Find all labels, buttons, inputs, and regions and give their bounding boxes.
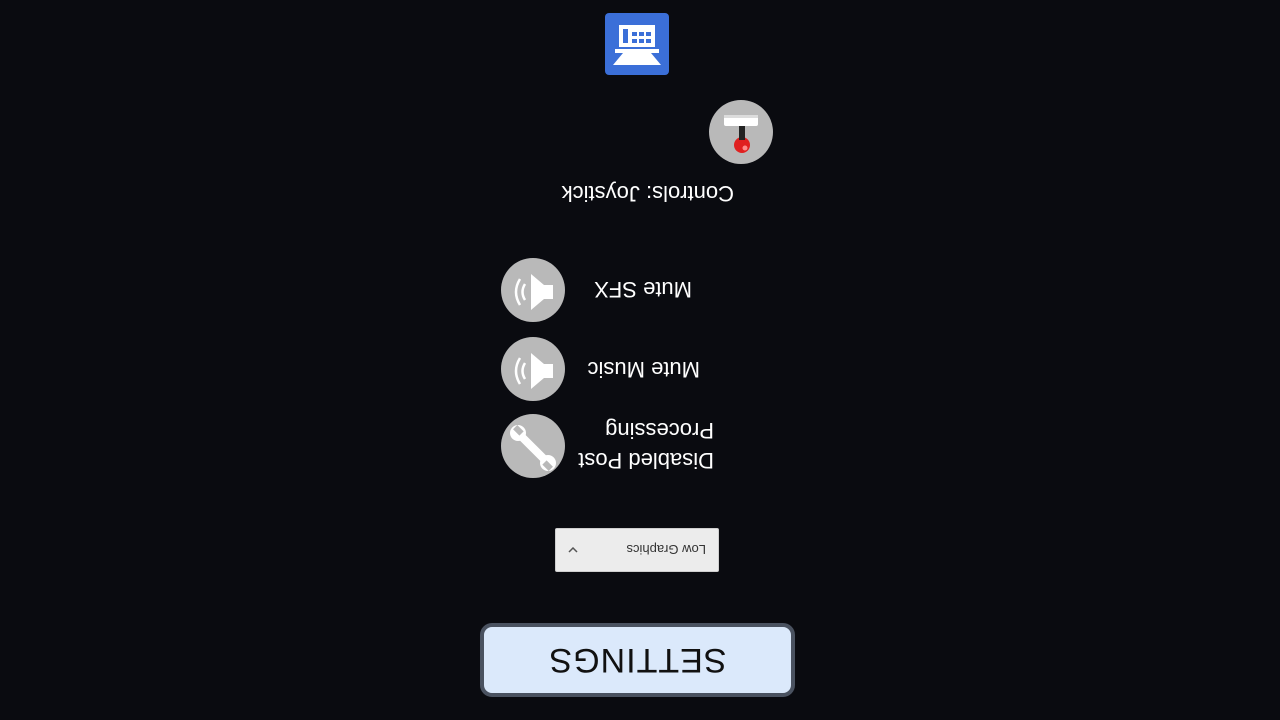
speaker-icon [507,341,559,398]
wrench-icon [507,418,559,475]
mute-music-toggle[interactable] [501,337,565,401]
post-processing-toggle[interactable] [501,414,565,478]
settings-title-button[interactable]: SETTINGS [480,623,795,697]
mute-sfx-toggle[interactable] [501,258,565,322]
controls-label: Controls: Joystick [561,181,734,206]
chevron-down-icon [566,543,580,557]
mute-music-label: Mute Music [587,357,700,382]
app-store-icon[interactable] [605,13,669,75]
controls-toggle[interactable] [709,100,773,164]
settings-title-label: SETTINGS [548,641,727,680]
joystick-icon [715,104,767,161]
graphics-quality-value: Low Graphics [626,542,706,558]
post-processing-label: Disabled Post Processing [578,418,714,473]
speaker-icon [507,262,559,319]
graphics-quality-dropdown[interactable]: Low Graphics [555,528,719,572]
settings-screen: SETTINGS Low Graphics Disabled Post Proc… [0,0,1280,720]
mute-sfx-label: Mute SFX [594,277,692,302]
